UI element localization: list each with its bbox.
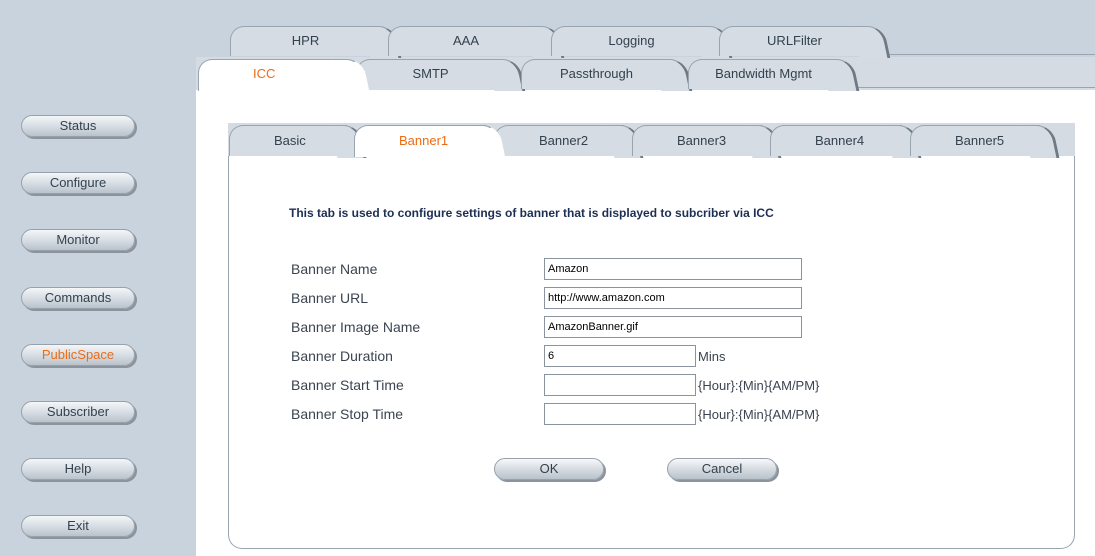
subtab-banner4[interactable]: Banner4 — [770, 125, 902, 156]
banner-start-time-format: {Hour}:{Min}{AM/PM} — [698, 378, 820, 393]
banner-name-label: Banner Name — [291, 261, 378, 277]
sidebar-configure-button[interactable]: Configure — [21, 172, 135, 194]
sidebar-publicspace-button[interactable]: PublicSpace — [21, 344, 135, 366]
subtab-banner5[interactable]: Banner5 — [910, 125, 1040, 156]
tab-icc[interactable]: ICC — [198, 59, 348, 91]
subtab-basic[interactable]: Basic — [229, 125, 347, 156]
sidebar: Status Configure Monitor Commands Public… — [0, 0, 196, 556]
sidebar-status-button[interactable]: Status — [21, 115, 135, 137]
banner-stop-time-input[interactable] — [544, 403, 696, 425]
tab-urlfilter[interactable]: URLFilter — [719, 26, 869, 56]
banner-image-name-input[interactable] — [544, 316, 802, 338]
ok-button[interactable]: OK — [494, 458, 604, 480]
banner-url-input[interactable] — [544, 287, 802, 309]
tab-hpr[interactable]: HPR — [230, 26, 380, 56]
banner-stop-time-label: Banner Stop Time — [291, 406, 404, 422]
tab-aaa[interactable]: AAA — [388, 26, 543, 56]
banner-name-input[interactable] — [544, 258, 802, 280]
cancel-button[interactable]: Cancel — [667, 458, 777, 480]
tab-row1-baseline — [880, 54, 1095, 55]
tab-passthrough[interactable]: Passthrough — [521, 59, 671, 89]
banner-start-time-label: Banner Start Time — [291, 377, 404, 393]
tab-row2-baseline — [848, 87, 1095, 88]
banner-duration-label: Banner Duration — [291, 348, 393, 364]
subtab-banner2[interactable]: Banner2 — [494, 125, 624, 156]
banner-duration-input[interactable] — [544, 345, 696, 367]
tab-smtp[interactable]: SMTP — [356, 59, 504, 89]
banner-image-name-label: Banner Image Name — [291, 319, 421, 335]
form-description: This tab is used to configure settings o… — [289, 206, 774, 220]
sidebar-commands-button[interactable]: Commands — [21, 287, 135, 309]
subtab-banner3[interactable]: Banner3 — [632, 125, 762, 156]
sidebar-help-button[interactable]: Help — [21, 458, 135, 480]
subtab-banner1[interactable]: Banner1 — [354, 125, 486, 157]
tab-logging[interactable]: Logging — [551, 26, 711, 56]
banner-duration-unit: Mins — [698, 349, 726, 364]
banner-stop-time-format: {Hour}:{Min}{AM/PM} — [698, 407, 820, 422]
tab-bandwidth-mgmt[interactable]: Bandwidth Mgmt — [688, 59, 838, 89]
sidebar-exit-button[interactable]: Exit — [21, 515, 135, 537]
sidebar-subscriber-button[interactable]: Subscriber — [21, 401, 135, 423]
banner-url-label: Banner URL — [291, 290, 369, 306]
banner-start-time-input[interactable] — [544, 374, 696, 396]
sidebar-monitor-button[interactable]: Monitor — [21, 229, 135, 251]
